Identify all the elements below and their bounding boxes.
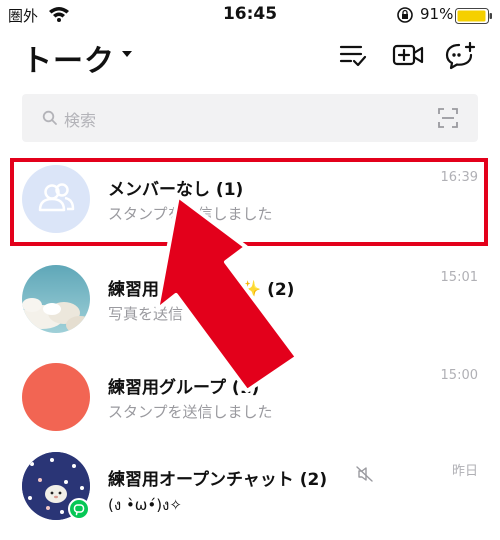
pointer-arrow: [155, 194, 299, 393]
